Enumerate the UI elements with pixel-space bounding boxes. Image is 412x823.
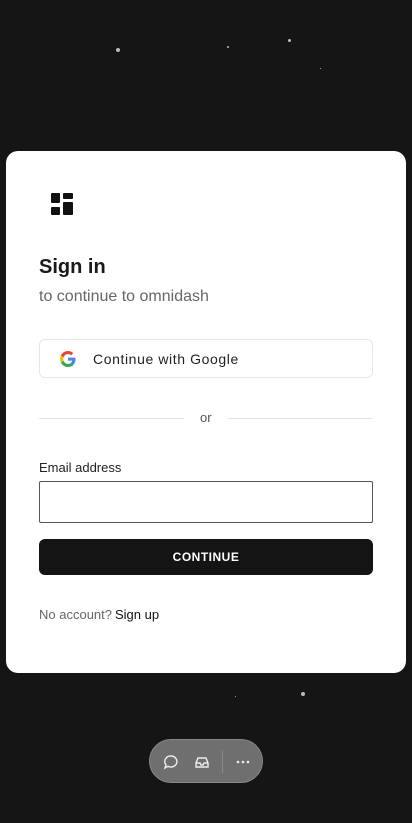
no-account-text: No account? — [39, 607, 112, 622]
signup-link[interactable]: Sign up — [115, 607, 159, 622]
star — [116, 48, 120, 52]
google-button-label: Continue with Google — [93, 351, 239, 367]
continue-button[interactable]: CONTINUE — [39, 539, 373, 575]
email-label: Email address — [39, 460, 122, 475]
signin-card: Sign in to continue to omnidash Continue… — [6, 151, 406, 673]
divider-or: or — [200, 410, 212, 425]
star — [227, 46, 229, 48]
divider-left — [39, 418, 184, 419]
chat-icon[interactable] — [161, 752, 181, 772]
star — [288, 39, 291, 42]
floating-toolbar — [149, 739, 263, 783]
divider-right — [228, 418, 373, 419]
omnidash-logo-icon — [51, 193, 75, 217]
more-icon[interactable] — [233, 752, 253, 772]
subtitle: to continue to omnidash — [39, 288, 209, 305]
star — [301, 692, 305, 696]
email-input[interactable] — [39, 481, 373, 523]
google-signin-button[interactable]: Continue with Google — [39, 339, 373, 378]
star — [320, 68, 321, 69]
star — [235, 696, 236, 697]
inbox-icon[interactable] — [192, 752, 212, 772]
page-title: Sign in — [39, 256, 106, 278]
signup-prompt: No account? Sign up — [39, 607, 159, 622]
google-icon — [60, 351, 76, 367]
toolbar-separator — [222, 751, 223, 773]
